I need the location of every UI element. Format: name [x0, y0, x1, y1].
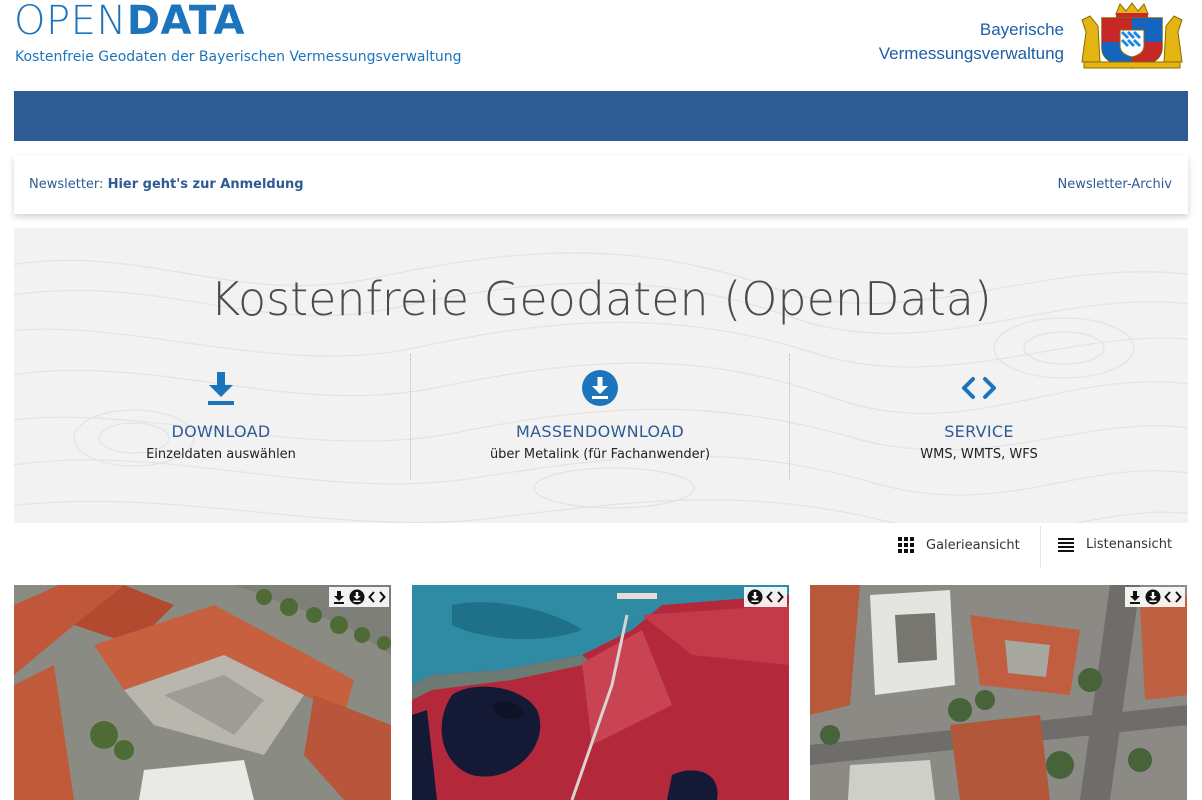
- infrared-aerial-photo-thumbnail: [412, 585, 789, 800]
- bulk-download-title: MASSENDOWNLOAD: [516, 422, 684, 441]
- code-icon[interactable]: [1164, 590, 1182, 604]
- download-icon[interactable]: [1128, 590, 1142, 604]
- newsletter-signup-link[interactable]: Hier geht's zur Anmeldung: [108, 177, 304, 192]
- agency-name-line2: Vermessungsverwaltung: [878, 44, 1064, 63]
- download-subtitle: Einzeldaten auswählen: [146, 447, 296, 462]
- logo-data-text: DATA: [126, 0, 246, 44]
- hero-section: Kostenfreie Geodaten (OpenData) DOWNLOAD…: [14, 228, 1188, 523]
- main-navigation-bar: [14, 91, 1188, 141]
- card-action-badges: [329, 587, 389, 607]
- bulk-download-option[interactable]: MASSENDOWNLOAD über Metalink (für Fachan…: [410, 356, 790, 480]
- newsletter-signup: Newsletter: Hier geht's zur Anmeldung: [29, 177, 304, 192]
- card-action-badges: [1125, 587, 1185, 607]
- agency-name-line1: Bayerische: [979, 20, 1064, 39]
- newsletter-bar: Newsletter: Hier geht's zur Anmeldung Ne…: [14, 155, 1188, 214]
- grid-icon: [898, 537, 914, 553]
- gallery-card-orthophoto[interactable]: [14, 585, 391, 800]
- list-view-label: Listenansicht: [1086, 537, 1173, 552]
- download-icon[interactable]: [332, 590, 346, 604]
- agency-name[interactable]: Bayerische Vermessungsverwaltung: [879, 18, 1064, 66]
- download-circle-icon[interactable]: [1145, 589, 1161, 605]
- download-circle-icon[interactable]: [349, 589, 365, 605]
- page-header: OPENDATA Kostenfreie Geodaten der Bayeri…: [0, 0, 1202, 90]
- hero-title: Kostenfreie Geodaten (OpenData): [210, 272, 992, 326]
- aerial-photo-thumbnail: [14, 585, 391, 800]
- list-icon: [1058, 537, 1074, 552]
- site-tagline: Kostenfreie Geodaten der Bayerischen Ver…: [15, 49, 462, 65]
- code-icon[interactable]: [766, 590, 784, 604]
- newsletter-label: Newsletter:: [29, 177, 104, 192]
- gallery-card-city[interactable]: [810, 585, 1187, 800]
- gallery-card-infrared[interactable]: [412, 585, 789, 800]
- gallery-view-label: Galerieansicht: [926, 537, 1020, 553]
- download-title: DOWNLOAD: [171, 422, 271, 441]
- code-icon[interactable]: [368, 590, 386, 604]
- list-view-button[interactable]: Listenansicht: [1058, 537, 1172, 552]
- logo-open-text: OPEN: [14, 0, 127, 44]
- newsletter-archive-link[interactable]: Newsletter-Archiv: [1058, 177, 1173, 192]
- download-icon: [208, 372, 234, 405]
- service-subtitle: WMS, WMTS, WFS: [920, 447, 1038, 462]
- view-switch-divider: [1040, 526, 1041, 568]
- service-title: SERVICE: [944, 422, 1014, 441]
- card-action-badges: [744, 587, 787, 607]
- view-switcher: Galerieansicht Listenansicht: [888, 526, 1188, 568]
- download-circle-icon: [582, 370, 618, 406]
- code-icon: [962, 377, 996, 399]
- service-option[interactable]: SERVICE WMS, WMTS, WFS: [789, 356, 1169, 480]
- gallery-view-button[interactable]: Galerieansicht: [898, 537, 1020, 553]
- opendata-logo[interactable]: OPENDATA: [14, 0, 245, 42]
- download-circle-icon[interactable]: [747, 589, 763, 605]
- bulk-download-subtitle: über Metalink (für Fachanwender): [489, 447, 711, 462]
- download-option[interactable]: DOWNLOAD Einzeldaten auswählen: [31, 356, 411, 480]
- coat-of-arms-icon[interactable]: [1078, 2, 1186, 70]
- city-aerial-photo-thumbnail: [810, 585, 1187, 800]
